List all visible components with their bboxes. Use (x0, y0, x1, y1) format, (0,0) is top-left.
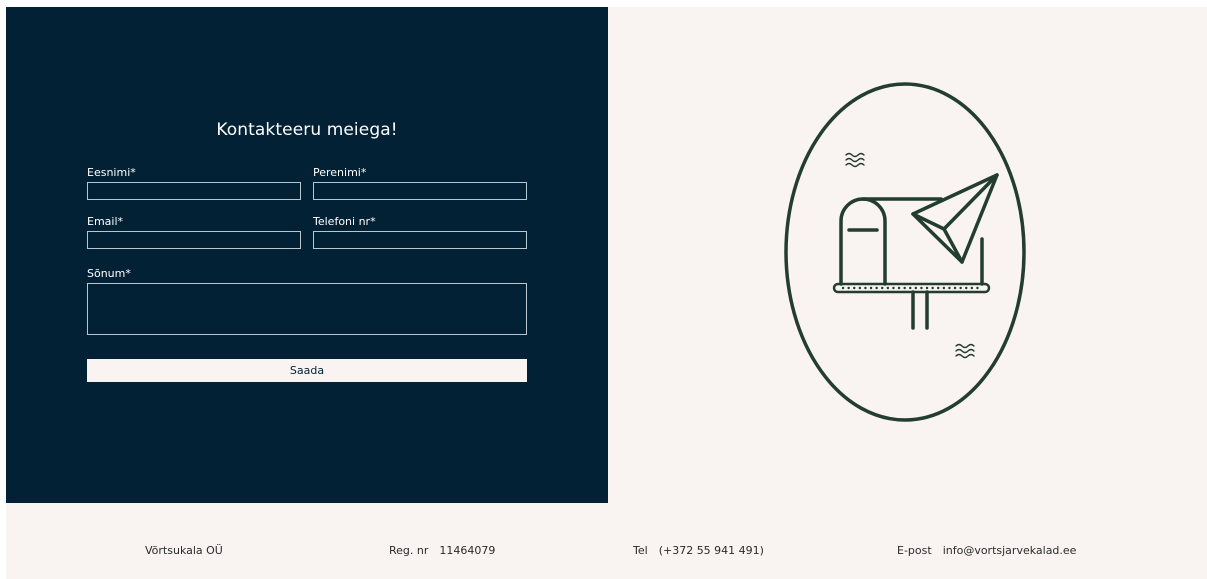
message-textarea[interactable] (87, 283, 527, 335)
form-title: Kontakteeru meiega! (216, 120, 398, 140)
footer-email: E-post info@vortsjarvekalad.ee (897, 544, 1076, 557)
phone-input[interactable] (313, 231, 527, 249)
footer-company: Võrtsukala OÜ (145, 544, 223, 557)
reg-value: 11464079 (439, 544, 496, 557)
footer-phone: Tel (+372 55 941 491) (633, 544, 764, 557)
company-name: Võrtsukala OÜ (145, 544, 223, 557)
first-name-input[interactable] (87, 182, 301, 200)
contact-page: Kontakteeru meiega! Eesnimi* Perenimi* E… (6, 7, 1207, 579)
mailbox-paper-plane-icon (779, 79, 1029, 429)
contact-form-panel: Kontakteeru meiega! Eesnimi* Perenimi* E… (6, 7, 608, 503)
email-label: Email* (87, 215, 124, 228)
tel-value[interactable]: (+372 55 941 491) (659, 544, 764, 557)
email-footer-value[interactable]: info@vortsjarvekalad.ee (943, 544, 1077, 557)
email-input[interactable] (87, 231, 301, 249)
reg-label: Reg. nr (389, 544, 429, 557)
message-label: Sõnum* (87, 267, 131, 280)
first-name-label: Eesnimi* (87, 166, 136, 179)
phone-label: Telefoni nr* (313, 215, 376, 228)
email-footer-label: E-post (897, 544, 932, 557)
last-name-label: Perenimi* (313, 166, 367, 179)
submit-button[interactable]: Saada (87, 359, 527, 382)
last-name-input[interactable] (313, 182, 527, 200)
footer-registration: Reg. nr 11464079 (389, 544, 495, 557)
tel-label: Tel (633, 544, 648, 557)
